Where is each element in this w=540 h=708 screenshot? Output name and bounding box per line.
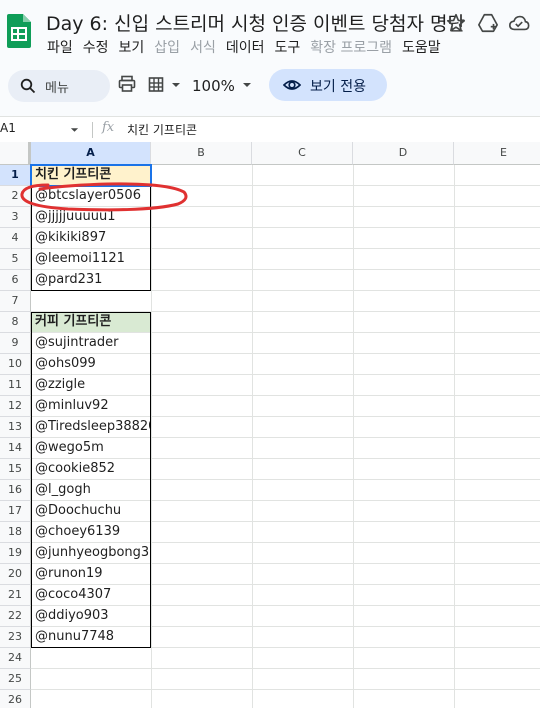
divider	[92, 122, 93, 138]
format-icon[interactable]	[148, 75, 166, 93]
row-header-9[interactable]: 9	[0, 333, 31, 354]
row-header-7[interactable]: 7	[0, 291, 31, 312]
menu-tools[interactable]: 도구	[274, 37, 300, 57]
spreadsheet-grid[interactable]: A B C D E 1 2 3 4 5 6 7 8 9 10 11 12 13 14 15 16 17 18 19 20 21 22…	[0, 142, 540, 708]
row-header-24[interactable]: 24	[0, 648, 31, 669]
formula-input[interactable]: 치킨 기프티콘	[127, 121, 197, 138]
toolbar: 메뉴 100% 보기 전용	[0, 64, 540, 104]
menu-bar: 파일 수정 보기 삽입 서식 데이터 도구 확장 프로그램 도움말	[47, 37, 451, 57]
chevron-down-icon[interactable]	[171, 82, 181, 88]
row-header-5[interactable]: 5	[0, 249, 31, 270]
row-gridline	[31, 668, 540, 669]
row-header-11[interactable]: 11	[0, 375, 31, 396]
row-header-4[interactable]: 4	[0, 228, 31, 249]
row-header-20[interactable]: 20	[0, 564, 31, 585]
app-header: Day 6: 신입 스트리머 시청 인증 이벤트 당첨자 명단 파일 수정 보기 삽입…	[0, 0, 540, 118]
zoom-value[interactable]: 100%	[192, 77, 235, 95]
move-to-drive-icon[interactable]	[477, 12, 499, 34]
name-box-chevron-icon[interactable]	[70, 127, 79, 133]
column-header-b[interactable]: B	[151, 142, 252, 165]
name-box[interactable]: A1	[0, 121, 16, 135]
row-header-10[interactable]: 10	[0, 354, 31, 375]
column-header-e[interactable]: E	[454, 142, 540, 165]
row-header-23[interactable]: 23	[0, 627, 31, 648]
menu-search[interactable]: 메뉴	[8, 70, 110, 102]
column-header-a[interactable]: A	[31, 142, 151, 165]
column-header-d[interactable]: D	[353, 142, 454, 165]
menu-extensions[interactable]: 확장 프로그램	[310, 37, 392, 57]
row-header-21[interactable]: 21	[0, 585, 31, 606]
menu-format[interactable]: 서식	[190, 37, 216, 57]
cloud-status-icon[interactable]	[508, 12, 530, 34]
annotation-stroke	[20, 182, 188, 212]
view-only-button[interactable]: 보기 전용	[269, 69, 387, 101]
eye-icon	[283, 80, 301, 90]
row-header-12[interactable]: 12	[0, 396, 31, 417]
star-icon[interactable]	[445, 12, 467, 34]
function-icon: fx	[102, 120, 115, 135]
row-header-22[interactable]: 22	[0, 606, 31, 627]
row-header-19[interactable]: 19	[0, 543, 31, 564]
row-header-26[interactable]: 26	[0, 690, 31, 708]
menu-search-label: 메뉴	[45, 81, 69, 96]
menu-file[interactable]: 파일	[47, 37, 73, 57]
menu-help[interactable]: 도움말	[402, 37, 441, 57]
zoom-chevron-down-icon[interactable]	[242, 82, 252, 88]
menu-view[interactable]: 보기	[119, 37, 145, 57]
red-annotation-circle	[20, 182, 188, 212]
select-all-corner[interactable]	[0, 142, 31, 165]
row-header-13[interactable]: 13	[0, 417, 31, 438]
menu-data[interactable]: 데이터	[226, 37, 265, 57]
row-gridline	[31, 689, 540, 690]
row-header-18[interactable]: 18	[0, 522, 31, 543]
sheets-logo[interactable]	[7, 14, 31, 48]
column-header-c[interactable]: C	[252, 142, 353, 165]
row-header-14[interactable]: 14	[0, 438, 31, 459]
row-header-8[interactable]: 8	[0, 312, 31, 333]
row-header-17[interactable]: 17	[0, 501, 31, 522]
menu-edit[interactable]: 수정	[83, 37, 109, 57]
view-only-label: 보기 전용	[310, 79, 366, 95]
print-icon[interactable]	[118, 75, 136, 93]
formula-bar: A1 fx 치킨 기프티콘	[0, 116, 540, 142]
menu-insert[interactable]: 삽입	[154, 37, 180, 57]
row-header-15[interactable]: 15	[0, 459, 31, 480]
row-header-16[interactable]: 16	[0, 480, 31, 501]
row-header-25[interactable]: 25	[0, 669, 31, 690]
document-title[interactable]: Day 6: 신입 스트리머 시청 인증 이벤트 당첨자 명단	[46, 9, 465, 36]
row-header-6[interactable]: 6	[0, 270, 31, 291]
coffee-list-border	[31, 312, 151, 648]
search-icon	[20, 78, 36, 94]
